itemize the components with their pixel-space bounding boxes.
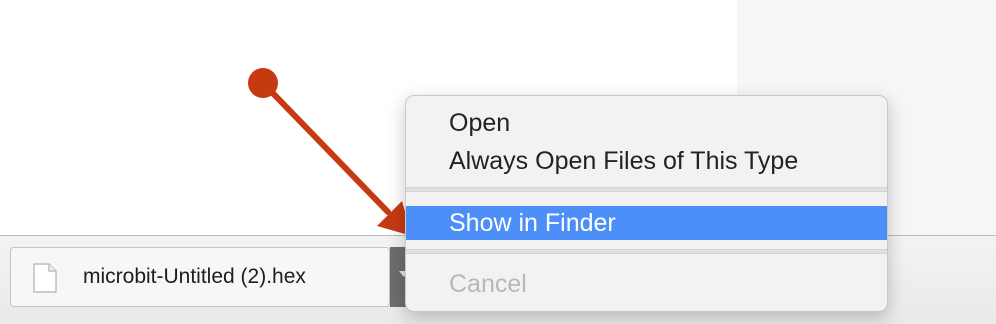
menu-item-always-open[interactable]: Always Open Files of This Type [406,144,887,178]
download-item[interactable]: microbit-Untitled (2).hex [10,247,390,307]
menu-separator [406,187,887,192]
menu-item-cancel[interactable]: Cancel [406,267,887,301]
download-context-menu: Open Always Open Files of This Type Show… [405,95,888,312]
browser-window: microbit-Untitled (2).hex Open Always Op… [0,0,996,324]
download-file-name: microbit-Untitled (2).hex [83,265,306,288]
menu-item-show-in-finder[interactable]: Show in Finder [406,206,887,240]
document-icon [33,263,57,293]
menu-separator [406,249,887,254]
menu-item-open[interactable]: Open [406,106,887,140]
